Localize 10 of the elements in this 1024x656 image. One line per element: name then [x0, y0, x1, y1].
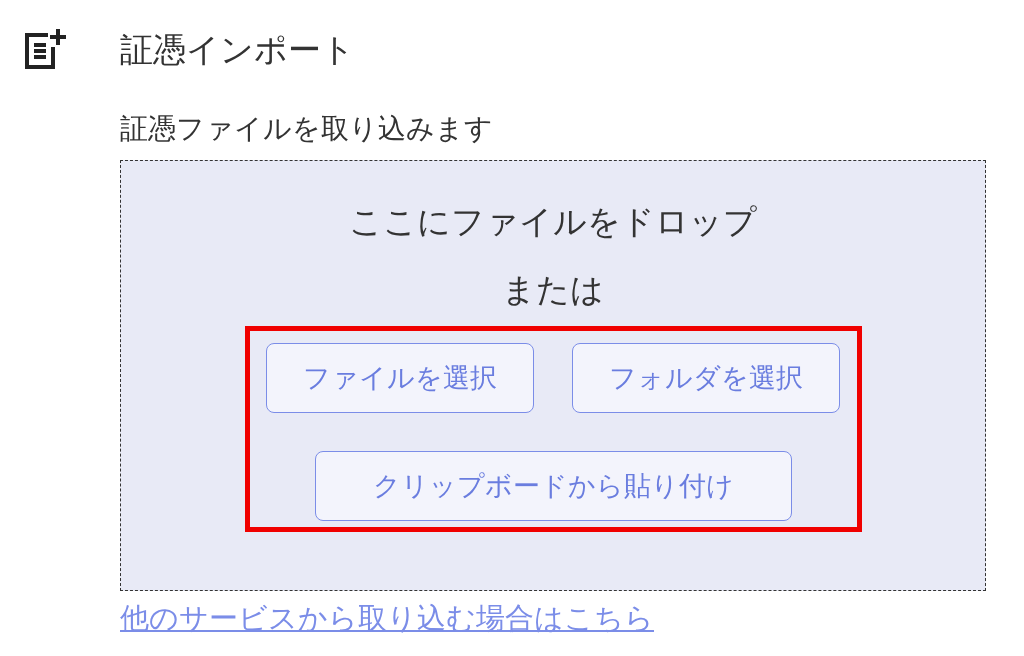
paste-button[interactable]: クリップボードから貼り付け — [314, 451, 792, 522]
select-file-button[interactable]: ファイルを選択 — [266, 343, 534, 414]
separator-text: または — [502, 269, 604, 312]
drop-prompt: ここにファイルをドロップ — [349, 200, 757, 243]
import-link[interactable]: 他のサービスから取り込む場合はこちら — [120, 596, 654, 641]
select-folder-button[interactable]: フォルダを選択 — [572, 343, 840, 414]
drop-zone[interactable]: ここにファイルをドロップ または ファイルを選択 フォルダを選択 クリップボードから貼り付け — [120, 159, 986, 591]
page-title: 証憑インポート — [120, 32, 355, 66]
description-text: 証憑ファイルを取り込みます — [120, 112, 494, 146]
add-note-icon — [22, 27, 66, 71]
